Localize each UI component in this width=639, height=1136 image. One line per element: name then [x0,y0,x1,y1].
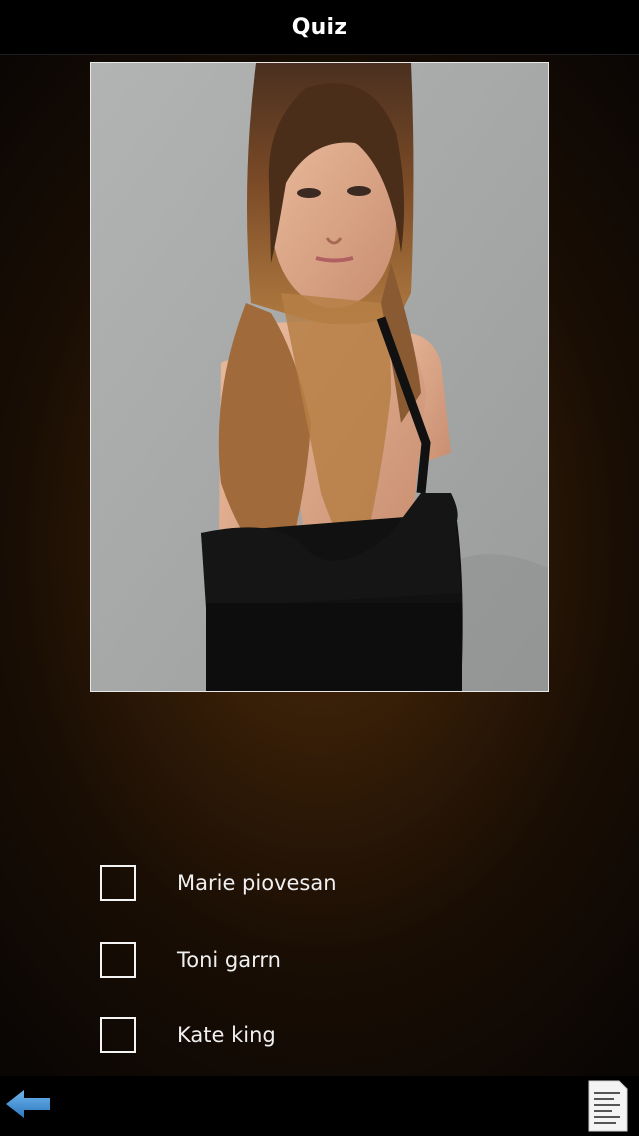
page-title: Quiz [291,14,348,40]
answer-option-1[interactable]: Marie piovesan [100,862,337,904]
menu-button[interactable] [588,1080,628,1132]
answer-label-2: Toni garrn [177,948,281,972]
back-button[interactable] [4,1088,52,1120]
answer-option-3[interactable]: Kate king [100,1014,276,1056]
document-list-icon [588,1080,628,1132]
answer-label-1: Marie piovesan [177,871,337,895]
back-arrow-icon [6,1090,50,1118]
bottom-bar [0,1076,639,1136]
model-photo-image [91,63,548,691]
checkbox-option-2[interactable] [100,942,136,978]
checkbox-option-3[interactable] [100,1017,136,1053]
answer-option-2[interactable]: Toni garrn [100,939,281,981]
checkbox-option-1[interactable] [100,865,136,901]
answer-label-3: Kate king [177,1023,276,1047]
title-bar: Quiz [0,0,639,55]
quiz-photo [90,62,549,692]
